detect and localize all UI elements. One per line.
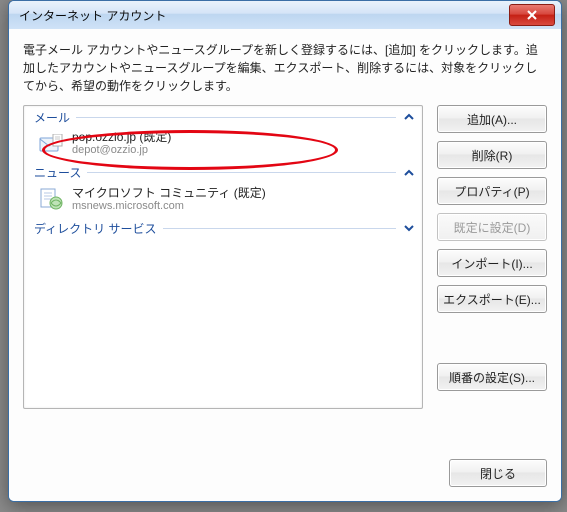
dialog-footer: 閉じる: [449, 459, 547, 487]
section-label: ニュース: [34, 164, 81, 181]
section-label: ディレクトリ サービス: [34, 220, 157, 237]
set-order-button[interactable]: 順番の設定(S)...: [437, 363, 547, 391]
dialog-window: インターネット アカウント 電子メール アカウントやニュースグループを新しく登録…: [8, 0, 562, 502]
dialog-body: 電子メール アカウントやニュースグループを新しく登録するには、[追加] をクリッ…: [9, 29, 561, 501]
divider: [87, 172, 396, 173]
section-header-news[interactable]: ニュース: [24, 162, 422, 184]
section-header-directory[interactable]: ディレクトリ サービス: [24, 217, 422, 239]
chevron-up-icon: [402, 166, 416, 180]
window-title: インターネット アカウント: [9, 7, 166, 24]
close-icon: [526, 9, 538, 21]
divider: [163, 228, 397, 229]
properties-button[interactable]: プロパティ(P): [437, 177, 547, 205]
section-header-mail[interactable]: メール: [24, 106, 422, 128]
set-default-button: 既定に設定(D): [437, 213, 547, 241]
mail-account-icon: [38, 131, 64, 157]
accounts-list[interactable]: メール p: [23, 105, 423, 409]
titlebar[interactable]: インターネット アカウント: [9, 1, 561, 30]
news-account-icon: [38, 186, 64, 212]
add-button[interactable]: 追加(A)...: [437, 105, 547, 133]
list-item[interactable]: pop.ozzio.jp (既定) depot@ozzio.jp: [24, 128, 422, 162]
remove-button[interactable]: 削除(R): [437, 141, 547, 169]
list-item[interactable]: マイクロソフト コミュニティ (既定) msnews.microsoft.com: [24, 184, 422, 218]
item-title: マイクロソフト コミュニティ (既定): [72, 186, 266, 200]
item-subtitle: msnews.microsoft.com: [72, 200, 266, 213]
chevron-up-icon: [402, 110, 416, 124]
import-button[interactable]: インポート(I)...: [437, 249, 547, 277]
close-dialog-button[interactable]: 閉じる: [449, 459, 547, 487]
content-row: メール p: [23, 105, 547, 409]
instruction-text: 電子メール アカウントやニュースグループを新しく登録するには、[追加] をクリッ…: [23, 41, 547, 95]
item-subtitle: depot@ozzio.jp: [72, 144, 171, 157]
section-label: メール: [34, 109, 70, 126]
item-title: pop.ozzio.jp (既定): [72, 130, 171, 144]
divider: [76, 117, 396, 118]
close-button[interactable]: [509, 4, 555, 26]
export-button[interactable]: エクスポート(E)...: [437, 285, 547, 313]
button-column: 追加(A)... 削除(R) プロパティ(P) 既定に設定(D) インポート(I…: [437, 105, 547, 409]
chevron-down-icon: [402, 221, 416, 235]
